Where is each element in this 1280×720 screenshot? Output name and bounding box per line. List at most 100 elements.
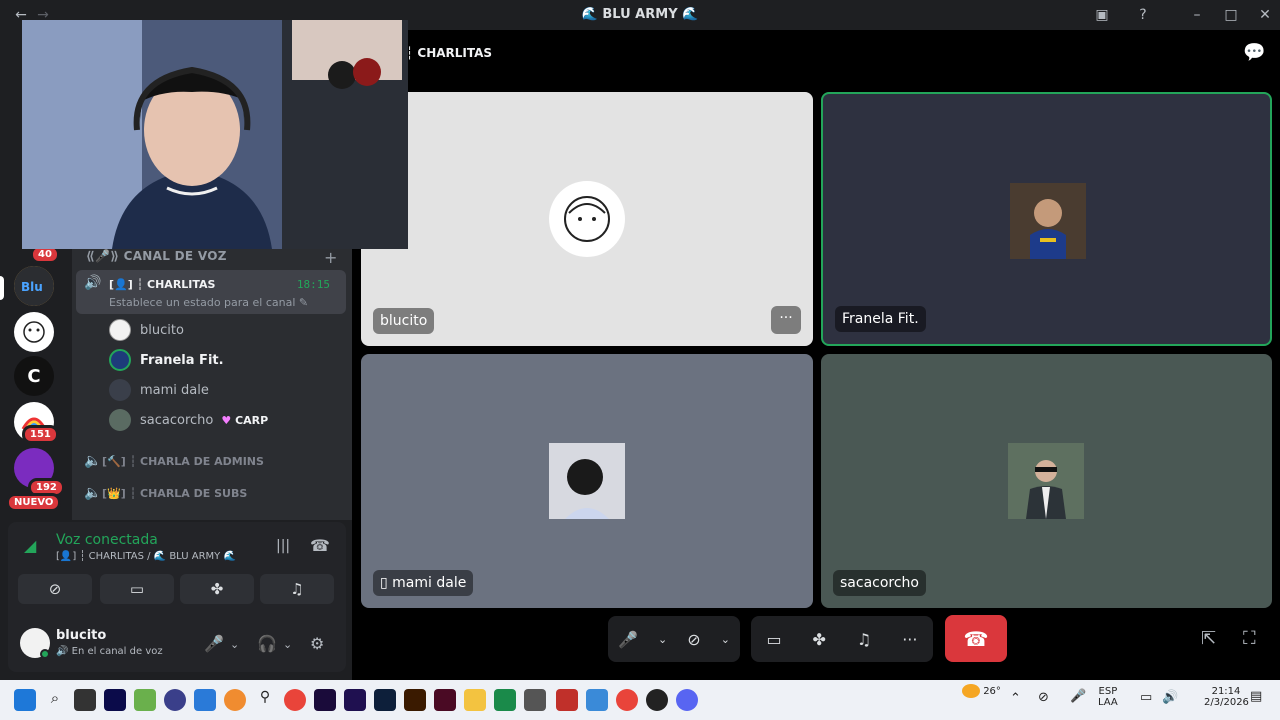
- participant-name: blucito: [373, 308, 435, 334]
- avatar: [549, 181, 625, 257]
- microphone-icon[interactable]: 🎤: [618, 630, 638, 649]
- media-encoder-icon[interactable]: [344, 689, 366, 711]
- channel-status-text: Establece un estado para el canal: [109, 296, 296, 309]
- user-name[interactable]: blucito: [56, 628, 106, 643]
- channel-status-input[interactable]: Establece un estado para el canal ✎: [109, 296, 308, 309]
- voice-member[interactable]: blucito: [109, 318, 184, 342]
- avatar: [109, 319, 131, 341]
- camera-button[interactable]: ⊘: [18, 574, 92, 604]
- headphones-icon[interactable]: 🎧: [257, 634, 277, 653]
- streamer-webcam-overlay: [22, 20, 408, 249]
- network-icon[interactable]: ⊘: [1038, 690, 1049, 705]
- blu-army-server-icon[interactable]: Blu: [14, 266, 54, 306]
- participant-tile[interactable]: sacacorcho: [821, 354, 1272, 608]
- app-icon[interactable]: [524, 689, 546, 711]
- online-status-icon: [40, 649, 50, 659]
- member-name: mami dale: [140, 382, 209, 398]
- sketch-server-icon[interactable]: [14, 312, 54, 352]
- fullscreen-icon[interactable]: ⛶: [1243, 628, 1256, 649]
- file-explorer-icon[interactable]: [464, 689, 486, 711]
- c-server-icon[interactable]: C: [14, 356, 54, 396]
- chevron-up-icon[interactable]: ⌃: [1010, 691, 1021, 706]
- voice-connected-subtitle[interactable]: [👤] ┆ CHARLITAS / 🌊 BLU ARMY 🌊: [56, 551, 236, 562]
- screenshare-icon[interactable]: ▭: [766, 630, 781, 649]
- participant-tile[interactable]: blucito ···: [361, 92, 813, 346]
- discord-icon[interactable]: [676, 689, 698, 711]
- obs-icon[interactable]: [646, 689, 668, 711]
- display-icon[interactable]: ▭: [1140, 690, 1152, 705]
- member-name: sacacorcho: [140, 412, 214, 428]
- vscode-icon[interactable]: [194, 689, 216, 711]
- app-icon[interactable]: [494, 689, 516, 711]
- mic-camera-controls: 🎤 ⌄ ⊘ ⌄: [608, 616, 740, 662]
- participant-tile[interactable]: ▯ mami dale: [361, 354, 813, 608]
- camera-off-icon[interactable]: ⊘: [687, 630, 700, 649]
- soundboard-icon[interactable]: ♫: [857, 630, 871, 649]
- leave-call-button[interactable]: ☎: [945, 615, 1007, 662]
- activities-icon: ✤: [210, 580, 224, 598]
- after-effects-icon[interactable]: [314, 689, 336, 711]
- close-icon[interactable]: ✕: [1254, 5, 1276, 25]
- chevron-down-icon[interactable]: ⌄: [658, 633, 667, 646]
- channel-subs[interactable]: 🔈[👑] ┆ CHARLA DE SUBS: [84, 485, 247, 501]
- app-icon[interactable]: [134, 689, 156, 711]
- channel-admins[interactable]: 🔈[🔨] ┆ CHARLA DE ADMINS: [84, 453, 264, 469]
- indesign-icon[interactable]: [434, 689, 456, 711]
- disconnect-icon[interactable]: ☎: [310, 536, 330, 555]
- screenshare-button[interactable]: ▭: [100, 574, 174, 604]
- member-tag: ♥ CARP: [221, 413, 269, 427]
- user-status: 🔊 En el canal de voz: [56, 646, 163, 657]
- volume-icon[interactable]: 🔊: [1162, 690, 1178, 705]
- chrome-icon[interactable]: [284, 689, 306, 711]
- chevron-down-icon[interactable]: ⌄: [230, 638, 239, 651]
- chevron-down-icon[interactable]: ⌄: [283, 638, 292, 651]
- photoshop-icon[interactable]: [374, 689, 396, 711]
- activities-button[interactable]: ✤: [180, 574, 254, 604]
- language-indicator[interactable]: ESP LAA: [1098, 686, 1118, 708]
- signal-icon[interactable]: ◢: [24, 536, 36, 555]
- search-icon[interactable]: ⚲: [254, 689, 276, 711]
- app-icon[interactable]: [164, 689, 186, 711]
- app-icon[interactable]: [224, 689, 246, 711]
- voice-member[interactable]: sacacorcho ♥ CARP: [109, 408, 268, 432]
- task-view-icon[interactable]: [74, 689, 96, 711]
- chat-bubble-icon[interactable]: 💬: [1243, 42, 1265, 63]
- search-icon[interactable]: ⌕: [44, 689, 66, 711]
- voice-member[interactable]: Franela Fit.: [109, 348, 224, 372]
- member-name: blucito: [140, 322, 184, 338]
- microphone-icon[interactable]: 🎤: [1070, 689, 1086, 704]
- activity-controls: ▭ ✤ ♫ ···: [751, 616, 933, 662]
- activities-icon[interactable]: ✤: [813, 630, 826, 649]
- noise-suppression-icon[interactable]: |||: [276, 538, 290, 554]
- add-channel-icon[interactable]: +: [324, 248, 337, 267]
- chrome-icon[interactable]: [616, 689, 638, 711]
- clock[interactable]: 21:14 2/3/2026: [1204, 686, 1249, 708]
- app-icon[interactable]: [586, 689, 608, 711]
- user-panel: blucito 🔊 En el canal de voz 🎤 ⌄ 🎧 ⌄ ⚙: [8, 618, 346, 672]
- weather-widget[interactable]: 26°: [962, 684, 1001, 698]
- app-icon[interactable]: [556, 689, 578, 711]
- more-options-icon[interactable]: ···: [771, 306, 801, 334]
- chevron-down-icon[interactable]: ⌄: [721, 633, 730, 646]
- premiere-icon[interactable]: [104, 689, 126, 711]
- illustrator-icon[interactable]: [404, 689, 426, 711]
- more-options-icon[interactable]: ···: [902, 630, 917, 649]
- avatar: [1008, 443, 1084, 519]
- channel-name: [👤] ┆ CHARLITAS: [109, 278, 216, 291]
- windows-start-icon[interactable]: [14, 689, 36, 711]
- inbox-icon[interactable]: ▣: [1091, 5, 1113, 25]
- selected-server-pill: [0, 276, 4, 300]
- participant-tile-speaking[interactable]: Franela Fit.: [821, 92, 1272, 346]
- minimize-icon[interactable]: –: [1186, 5, 1208, 25]
- participant-name: Franela Fit.: [835, 306, 926, 332]
- category-header[interactable]: ⟪🎤⟫ CANAL DE VOZ: [86, 249, 227, 263]
- soundboard-button[interactable]: ♫: [260, 574, 334, 604]
- voice-member[interactable]: mami dale: [109, 378, 209, 402]
- maximize-icon[interactable]: □: [1220, 5, 1242, 25]
- help-icon[interactable]: ?: [1132, 5, 1154, 25]
- settings-gear-icon[interactable]: ⚙: [310, 634, 324, 653]
- popout-icon[interactable]: ⇱: [1201, 628, 1216, 649]
- notifications-icon[interactable]: ▤: [1250, 689, 1262, 704]
- phone-hangup-icon: ☎: [963, 626, 989, 651]
- microphone-icon[interactable]: 🎤: [204, 634, 224, 653]
